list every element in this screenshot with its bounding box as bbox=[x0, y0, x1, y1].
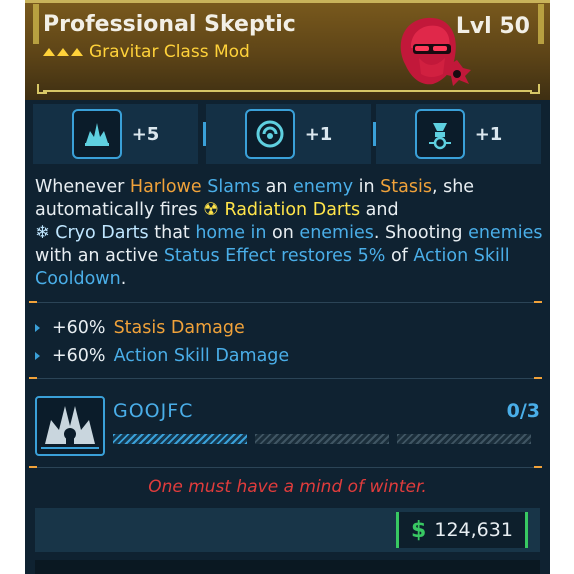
header-corner-right bbox=[530, 84, 540, 94]
skill-pip-1 bbox=[113, 434, 247, 444]
desc-keyword: Harlowe bbox=[129, 177, 202, 197]
card-footer bbox=[35, 560, 540, 574]
bonus-item: +60% Stasis Damage bbox=[35, 314, 540, 342]
flame-splash-icon bbox=[71, 109, 122, 159]
desc-text: . bbox=[120, 269, 127, 289]
divider-tick bbox=[29, 377, 37, 379]
bullet-arrow-icon bbox=[35, 352, 40, 360]
divider-tick bbox=[534, 377, 542, 379]
header-corner-left bbox=[37, 84, 47, 94]
desc-text: that bbox=[148, 223, 196, 243]
turret-icon bbox=[414, 109, 465, 159]
divider-tick bbox=[29, 466, 37, 468]
rarity-chevrons-icon bbox=[43, 48, 83, 56]
header-bottom-line bbox=[43, 90, 532, 92]
desc-text: in bbox=[353, 177, 381, 197]
price-row: $ 124,631 bbox=[35, 508, 540, 552]
character-portrait-icon bbox=[400, 17, 471, 86]
desc-keyword: enemies bbox=[468, 223, 543, 243]
skill-progress bbox=[113, 434, 531, 444]
bonus-item: +60% Action Skill Damage bbox=[35, 342, 540, 370]
desc-keyword: enemies bbox=[299, 223, 374, 243]
desc-keyword: Slams bbox=[207, 177, 261, 197]
desc-keyword: home in bbox=[195, 223, 267, 243]
desc-text: . Shooting bbox=[373, 223, 469, 243]
radiation-icon: ☢ bbox=[203, 200, 219, 220]
item-card: Professional Skeptic Gravitar Class Mod … bbox=[25, 0, 550, 574]
desc-text: on bbox=[266, 223, 300, 243]
skill-pip-3 bbox=[397, 434, 531, 444]
desc-text: of bbox=[385, 246, 414, 266]
stat-slot-1[interactable]: +5 bbox=[33, 104, 198, 164]
header-rail-left bbox=[33, 4, 39, 44]
desc-keyword: Stasis bbox=[380, 177, 432, 197]
stat-value-2: +1 bbox=[304, 123, 333, 145]
desc-text: and bbox=[360, 200, 399, 220]
price-amount: 124,631 bbox=[434, 519, 513, 541]
desc-text: an bbox=[260, 177, 294, 197]
bonus-value: +60% bbox=[52, 318, 106, 338]
crystal-burst-icon bbox=[35, 396, 105, 456]
skill-name: GOOJFC bbox=[113, 400, 194, 422]
bullet-arrow-icon bbox=[35, 324, 40, 332]
bonus-label: Stasis Damage bbox=[113, 318, 245, 338]
bonus-value: +60% bbox=[52, 346, 106, 366]
item-header: Professional Skeptic Gravitar Class Mod … bbox=[25, 0, 550, 100]
flavor-text: One must have a mind of winter. bbox=[148, 477, 427, 497]
desc-keyword: Status Effect restores 5% bbox=[163, 246, 386, 266]
item-type-label: Gravitar Class Mod bbox=[89, 42, 250, 62]
divider-tick bbox=[534, 301, 542, 303]
divider-tick bbox=[534, 466, 542, 468]
item-description: Whenever Harlowe Slams an enemy in Stasi… bbox=[35, 176, 545, 291]
skill-points: 0/3 bbox=[506, 400, 540, 422]
header-top-line bbox=[25, 0, 550, 3]
item-price: $ 124,631 bbox=[396, 512, 528, 548]
item-name: Professional Skeptic bbox=[43, 12, 296, 37]
section-divider bbox=[35, 378, 540, 379]
skill-pip-2 bbox=[255, 434, 389, 444]
skill-row[interactable]: GOOJFC 0/3 bbox=[35, 396, 540, 456]
stat-value-3: +1 bbox=[474, 123, 503, 145]
section-divider bbox=[35, 467, 540, 468]
desc-keyword: enemy bbox=[293, 177, 354, 197]
stat-slot-3[interactable]: +1 bbox=[376, 104, 541, 164]
divider-tick bbox=[29, 301, 37, 303]
item-type: Gravitar Class Mod bbox=[43, 42, 250, 62]
desc-text: Whenever bbox=[35, 177, 130, 197]
stat-slot-2[interactable]: +1 bbox=[206, 104, 371, 164]
desc-text: with an active bbox=[35, 246, 164, 266]
bonus-label: Action Skill Damage bbox=[113, 346, 290, 366]
stat-bonuses: +5 +1 +1 bbox=[33, 104, 543, 164]
desc-keyword: Cryo Darts bbox=[55, 223, 149, 243]
header-rail-right bbox=[538, 4, 544, 44]
bonus-list: +60% Stasis Damage +60% Action Skill Dam… bbox=[35, 314, 540, 370]
cash-icon: $ bbox=[411, 517, 427, 543]
stat-value-1: +5 bbox=[131, 123, 160, 145]
section-divider bbox=[35, 302, 540, 303]
orb-swirl-icon bbox=[244, 109, 295, 159]
cryo-icon: ❄ bbox=[35, 223, 50, 243]
desc-keyword: Radiation Darts bbox=[224, 200, 361, 220]
